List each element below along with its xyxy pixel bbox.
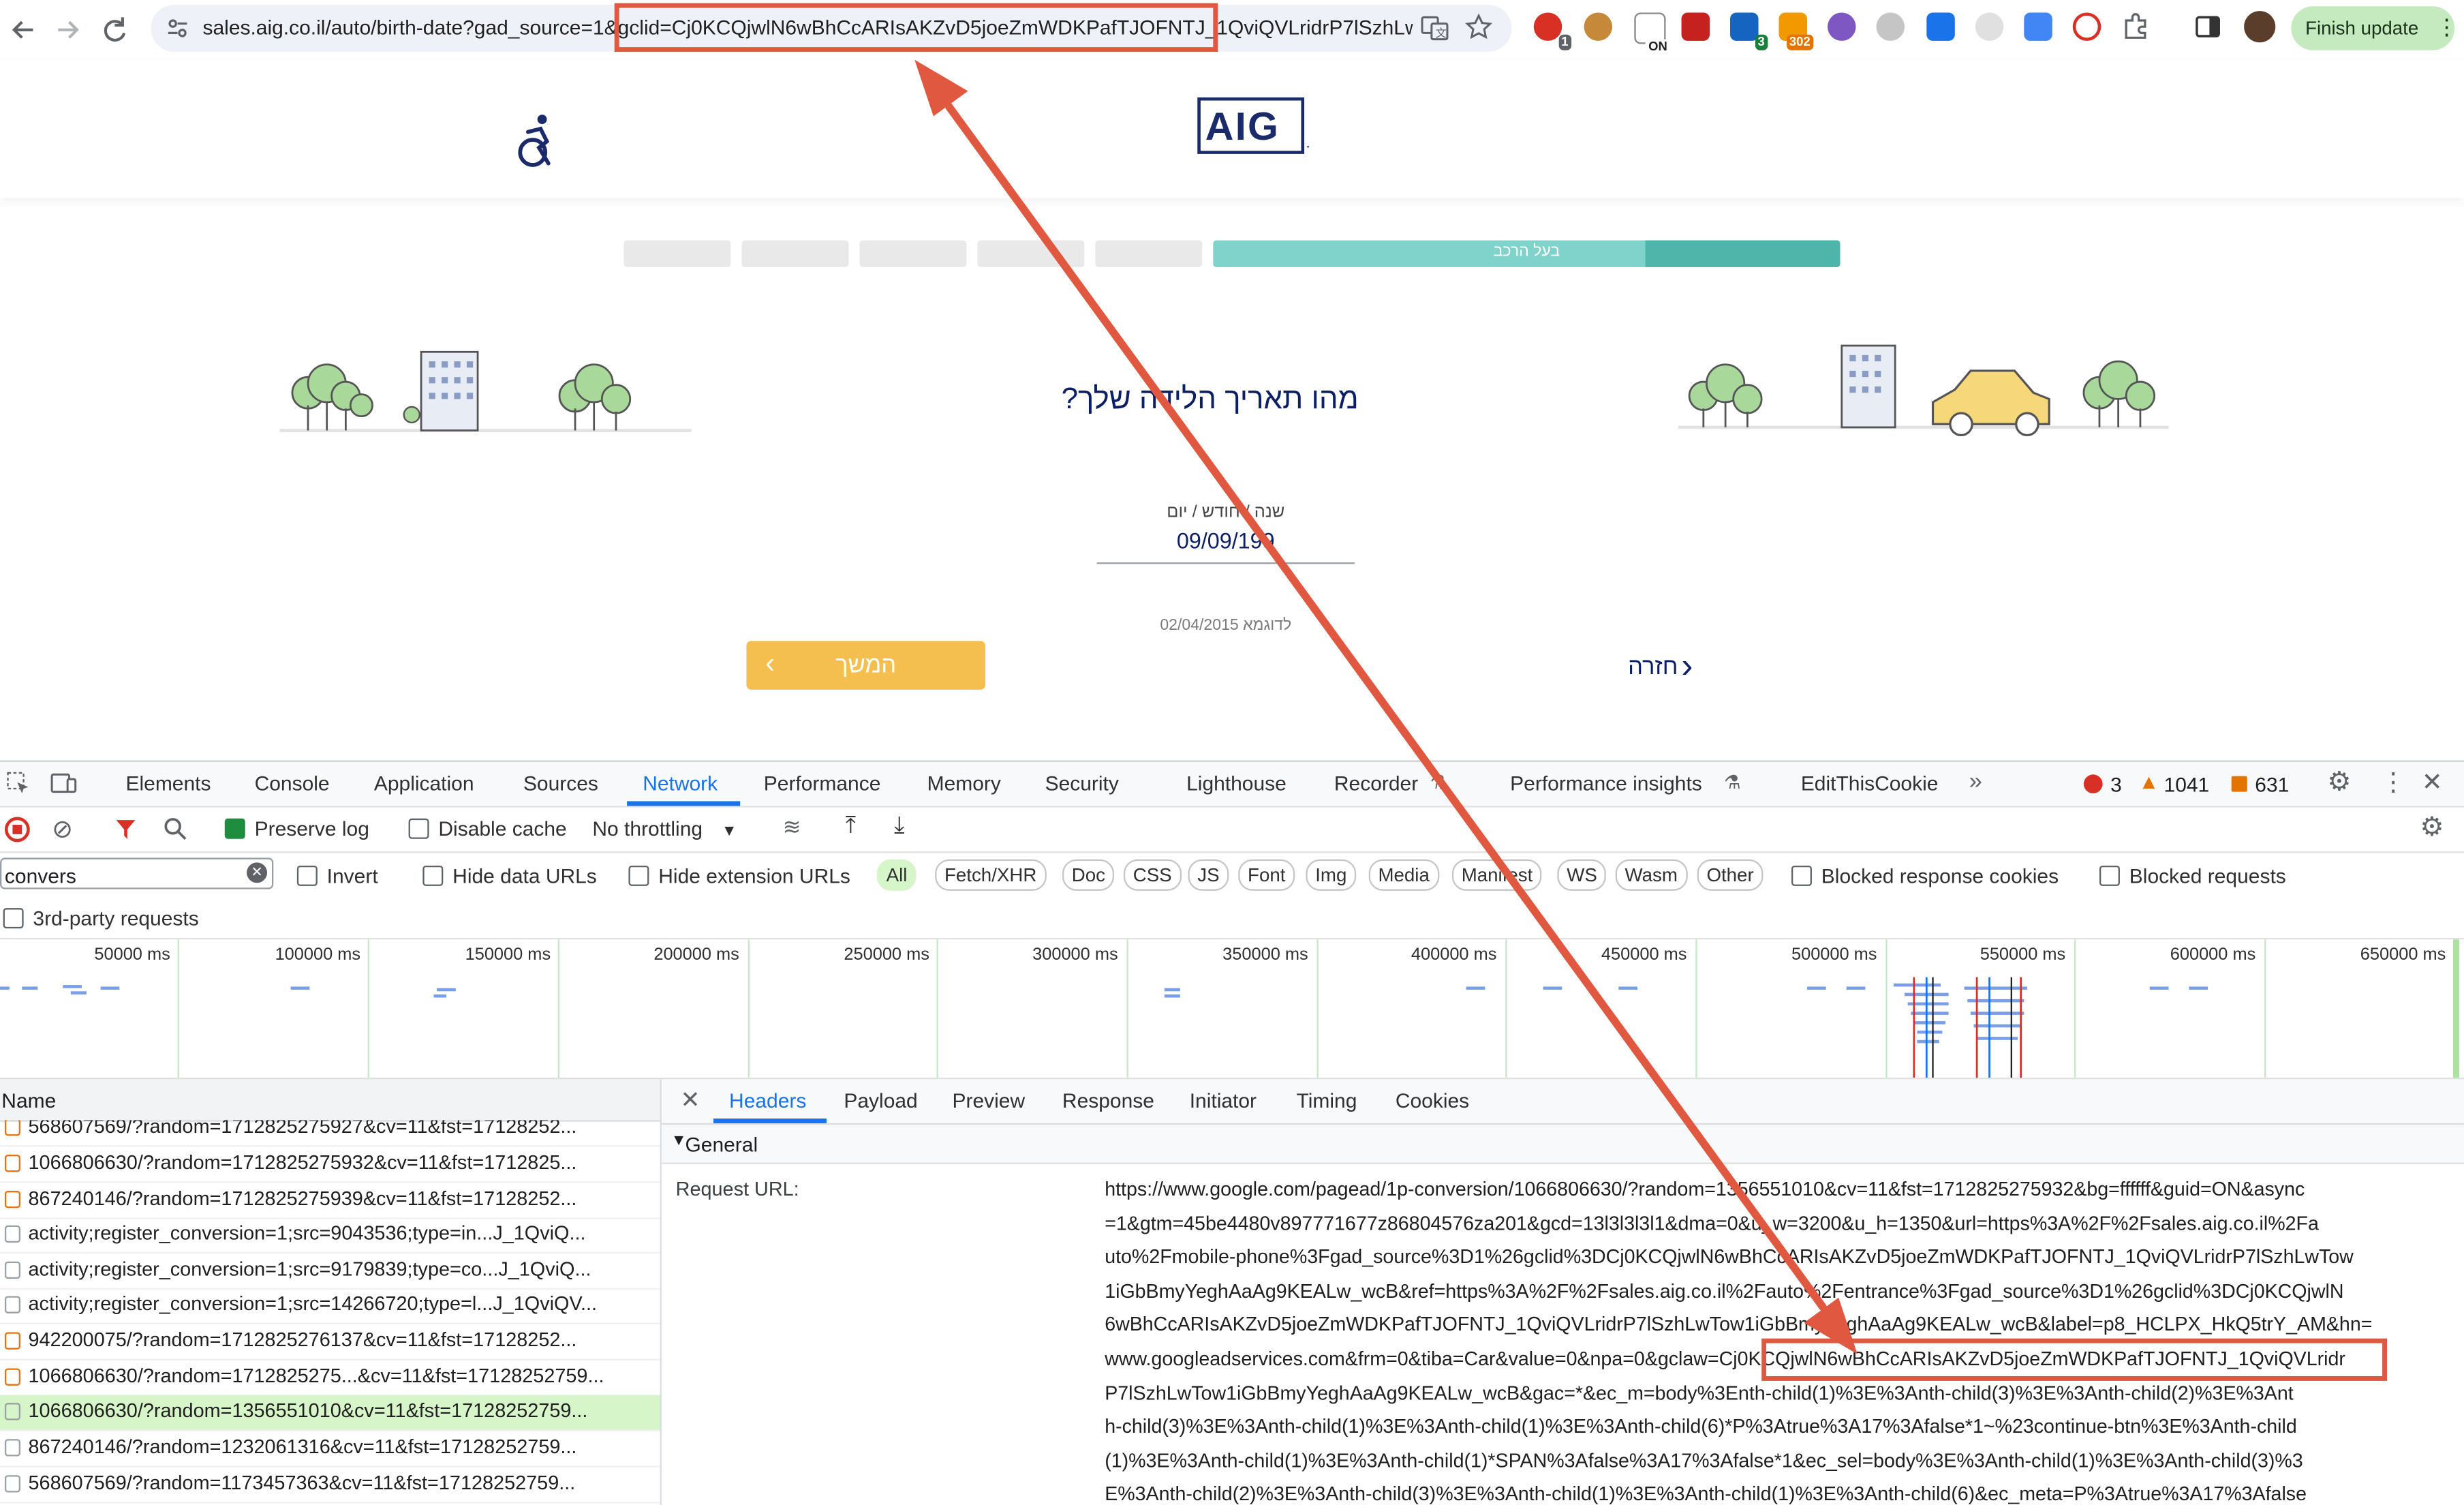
annotation-double-arrow (914, 59, 1858, 1354)
